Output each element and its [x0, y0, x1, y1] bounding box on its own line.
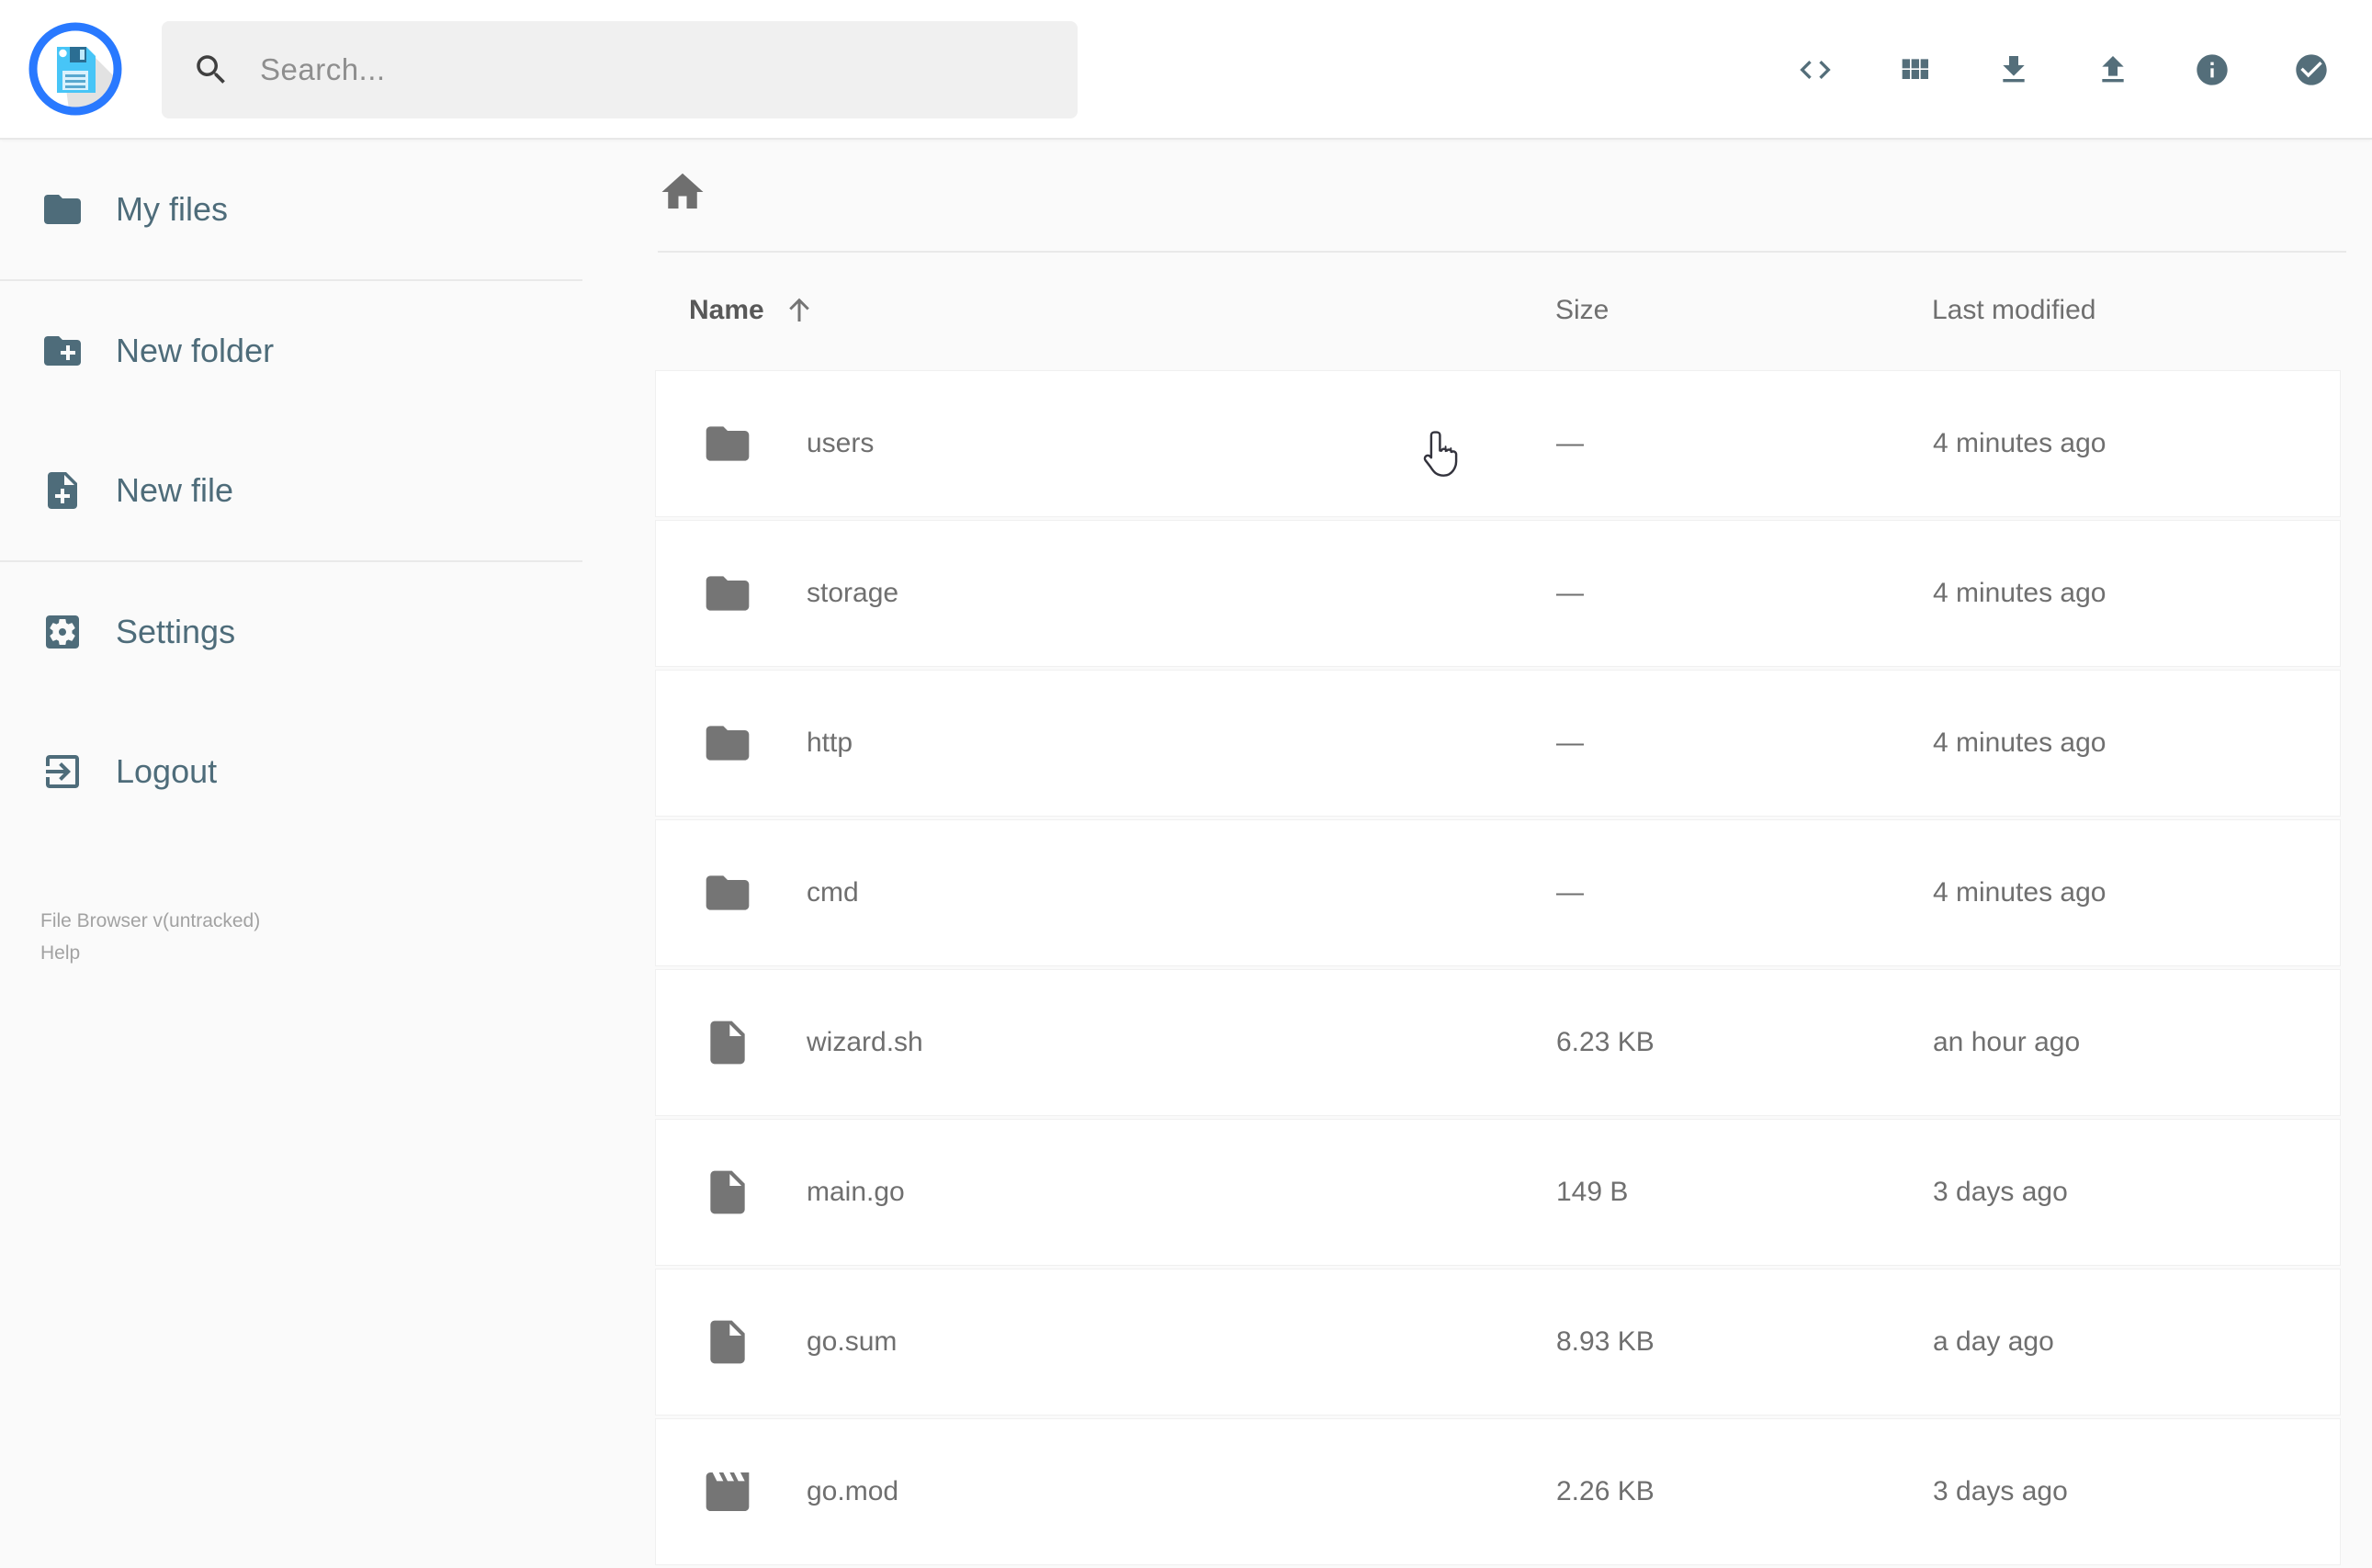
file-icon — [710, 1320, 745, 1364]
file-modified: 4 minutes ago — [1933, 728, 2107, 758]
sidebar-item-label: Logout — [116, 752, 218, 790]
sidebar-item-label: New file — [116, 471, 234, 509]
file-size: 2.26 KB — [1556, 1476, 1655, 1506]
file-row[interactable]: wizard.sh 6.23 KB an hour ago — [655, 969, 2341, 1116]
select-multiple-button[interactable] — [2293, 51, 2330, 88]
sidebar-item-label: Settings — [116, 613, 236, 650]
file-modified: 4 minutes ago — [1933, 578, 2107, 608]
file-modified: 4 minutes ago — [1933, 428, 2107, 458]
exit-to-app-icon — [46, 755, 79, 788]
file-listing-area: Name Size Last modified users — 4 minute… — [582, 140, 2372, 1565]
file-name: storage — [807, 578, 899, 608]
file-row[interactable]: http — 4 minutes ago — [655, 670, 2341, 817]
file-name: go.sum — [807, 1326, 898, 1357]
folder-icon — [706, 426, 750, 461]
raw-code-button[interactable] — [1797, 51, 1834, 88]
file-row[interactable]: cmd — 4 minutes ago — [655, 819, 2341, 966]
file-modified: an hour ago — [1933, 1027, 2081, 1057]
download-icon — [2003, 56, 2025, 83]
movie-icon — [706, 1472, 750, 1511]
filebrowser-app: { "topbar": { "logo_icon": "floppy-disk-… — [0, 0, 2372, 1565]
file-name: main.go — [807, 1177, 905, 1207]
upload-icon — [2102, 56, 2124, 83]
column-header-name[interactable]: Name — [689, 283, 816, 338]
file-icon — [710, 1170, 745, 1214]
file-modified: a day ago — [1933, 1326, 2054, 1357]
file-row[interactable]: users — 4 minutes ago — [655, 370, 2341, 517]
sidebar-item-new-file[interactable]: New file — [0, 421, 582, 560]
check-circle-icon — [2296, 54, 2327, 85]
file-name: users — [807, 428, 875, 458]
note-add-icon — [48, 472, 77, 509]
file-row[interactable]: go.mod 2.26 KB 3 days ago — [655, 1418, 2341, 1565]
info-button[interactable] — [2194, 51, 2231, 88]
file-icon — [710, 1021, 745, 1065]
file-size: — — [1556, 728, 1584, 758]
file-name: cmd — [807, 877, 859, 908]
search-icon — [197, 55, 225, 84]
folder-icon — [44, 195, 81, 224]
listing-header: Name Size Last modified — [655, 283, 2341, 338]
filebrowser-logo[interactable] — [28, 21, 123, 117]
folder-icon — [706, 576, 750, 611]
file-name: go.mod — [807, 1476, 899, 1506]
file-size: 8.93 KB — [1556, 1326, 1655, 1357]
file-size: 6.23 KB — [1556, 1027, 1655, 1057]
search-input[interactable]: Search... — [260, 52, 386, 87]
file-size: — — [1556, 578, 1584, 608]
info-icon — [2197, 54, 2228, 85]
sidebar-item-logout[interactable]: Logout — [0, 702, 582, 841]
folder-icon — [706, 875, 750, 910]
file-modified: 3 days ago — [1933, 1177, 2068, 1207]
sidebar-item-label: New folder — [116, 332, 275, 369]
version-text: File Browser v(untracked) — [40, 910, 261, 931]
file-list: users — 4 minutes ago storage — 4 minute… — [655, 370, 2341, 1568]
file-name: wizard.sh — [807, 1027, 923, 1057]
column-header-modified[interactable]: Last modified — [1932, 283, 2095, 338]
help-link[interactable]: Help — [40, 937, 260, 969]
settings-icon — [46, 615, 79, 649]
sidebar-item-my-files[interactable]: My files — [0, 140, 582, 279]
create-new-folder-icon — [44, 336, 81, 366]
file-size: — — [1556, 428, 1584, 458]
file-name: http — [807, 728, 853, 758]
file-size: — — [1556, 877, 1584, 908]
sidebar-item-new-folder[interactable]: New folder — [0, 281, 582, 421]
sidebar: My files New folder New file Settings Lo… — [0, 140, 582, 1525]
file-modified: 4 minutes ago — [1933, 877, 2107, 908]
sidebar-footer: File Browser v(untracked) Help — [40, 905, 260, 969]
file-size: 149 B — [1556, 1177, 1629, 1207]
file-row[interactable]: main.go 149 B 3 days ago — [655, 1119, 2341, 1266]
home-icon[interactable] — [658, 167, 707, 217]
file-row[interactable]: go.sum 8.93 KB a day ago — [655, 1269, 2341, 1416]
folder-icon — [706, 726, 750, 761]
view-module-icon — [1902, 59, 1928, 79]
top-bar: Search... — [0, 0, 2372, 140]
search-bar[interactable]: Search... — [162, 21, 1078, 118]
sidebar-item-label: My files — [116, 190, 229, 228]
switch-view-button[interactable] — [1896, 51, 1933, 88]
upload-button[interactable] — [2095, 51, 2131, 88]
sidebar-item-settings[interactable]: Settings — [0, 562, 582, 702]
column-header-size[interactable]: Size — [1555, 283, 1609, 338]
code-icon — [1800, 61, 1831, 79]
topbar-actions — [1797, 0, 2330, 140]
breadcrumb-divider — [658, 251, 2346, 253]
file-row[interactable]: storage — 4 minutes ago — [655, 520, 2341, 667]
arrow-up-icon — [788, 298, 809, 321]
download-button[interactable] — [1995, 51, 2032, 88]
file-modified: 3 days ago — [1933, 1476, 2068, 1506]
